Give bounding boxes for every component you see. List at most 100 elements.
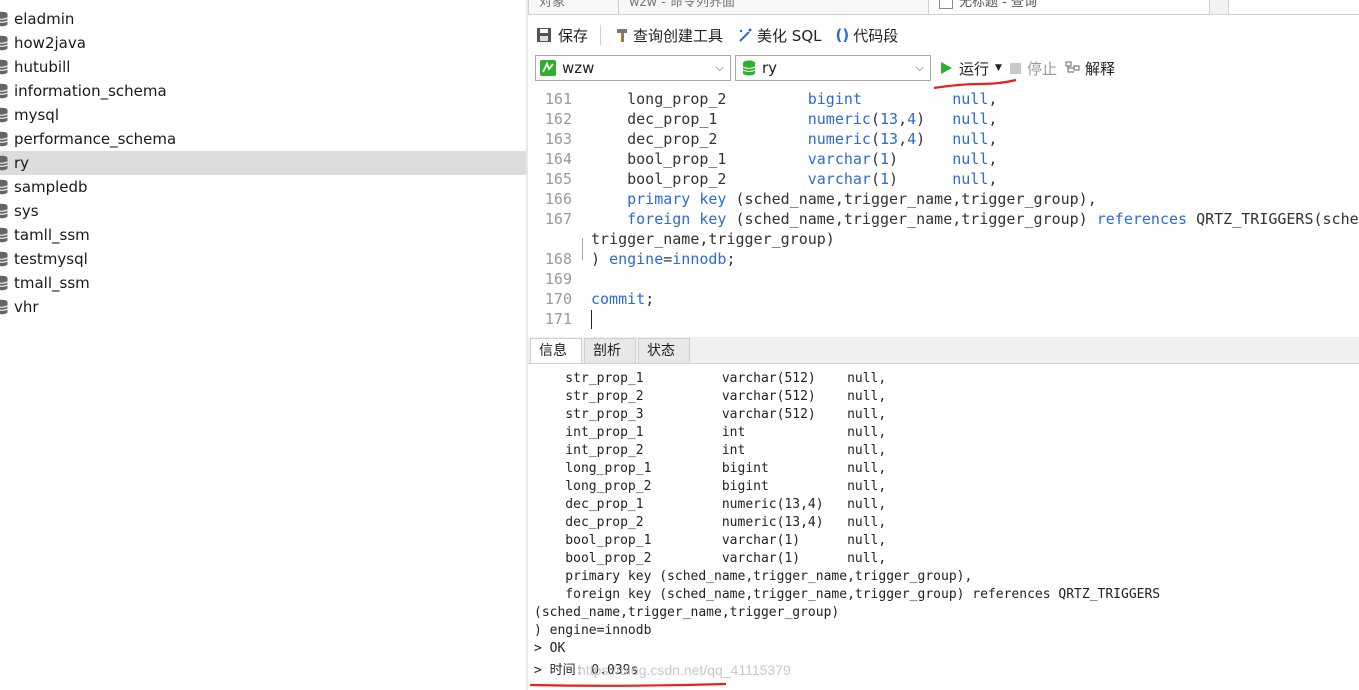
connection-select[interactable]: wzw ⌵ — [535, 55, 731, 81]
keyword-token: commit — [591, 290, 646, 308]
tab-query[interactable]: 无标题 - 查询 — [928, 0, 1210, 15]
sql-editor[interactable]: 161 long_prop_2 bigint null, 162 dec_prop… — [528, 88, 1359, 331]
result-tabs: 信息 剖析 状态 — [528, 337, 1359, 364]
keyword-token: primary key — [627, 190, 727, 208]
connection-icon — [540, 60, 556, 76]
database-label: ry — [14, 154, 30, 172]
database-icon — [0, 299, 8, 315]
code-token: ( — [870, 130, 880, 148]
database-select[interactable]: ry ⌵ — [735, 55, 931, 81]
database-item[interactable]: tmall_ssm — [0, 271, 526, 295]
connection-value: wzw — [562, 59, 595, 77]
tab-objects[interactable]: 对象 — [528, 0, 630, 15]
code-line: dec_prop_2 numeric(13,4) null, — [591, 130, 997, 148]
line-number: 161 — [544, 90, 572, 108]
line-number: 162 — [544, 110, 572, 128]
code-token: long_prop_2 — [591, 90, 808, 108]
tab-label: wzw - 命令列界面 — [629, 0, 736, 10]
code-line: primary key (sched_name,trigger_name,tri… — [591, 190, 1097, 208]
database-icon — [0, 59, 8, 75]
database-value: ry — [762, 59, 778, 77]
line-number: 164 — [544, 150, 572, 168]
tab-status[interactable]: 状态 — [638, 338, 690, 363]
code-token: , — [988, 90, 998, 108]
text-caret — [591, 310, 592, 329]
keyword-token: 1 — [880, 150, 890, 168]
save-icon — [537, 28, 551, 42]
query-builder-button[interactable]: 查询创建工具 — [615, 25, 723, 46]
database-label: testmysql — [14, 250, 88, 268]
database-item[interactable]: testmysql — [0, 247, 526, 271]
database-icon — [0, 251, 8, 267]
tab-command-line[interactable]: wzw - 命令列界面 — [618, 0, 940, 15]
database-label: eladmin — [14, 10, 75, 28]
database-item[interactable]: sys — [0, 199, 526, 223]
database-item[interactable]: hutubill — [0, 55, 526, 79]
tab-info[interactable]: 信息 — [530, 338, 582, 363]
database-item[interactable]: how2java — [0, 31, 526, 55]
database-item[interactable]: performance_schema — [0, 127, 526, 151]
output-line: dec_prop_2 numeric(13,4) null, — [534, 515, 887, 530]
code-token: (sched_name,trigger_name,trigger_group) — [726, 210, 1097, 228]
database-item[interactable]: sampledb — [0, 175, 526, 199]
database-item[interactable]: information_schema — [0, 79, 526, 103]
tab-label: 信息 — [539, 343, 567, 359]
output-line: long_prop_1 bigint null, — [534, 461, 887, 476]
tab-label: 对象 — [539, 0, 566, 10]
code-token: ; — [645, 290, 655, 308]
database-icon — [0, 275, 8, 291]
code-token: ) — [889, 150, 953, 168]
query-tab-icon — [939, 0, 953, 9]
line-number: 163 — [544, 130, 572, 148]
beautify-sql-button[interactable]: 美化 SQL — [737, 25, 822, 46]
code-token: dec_prop_2 — [591, 130, 808, 148]
database-icon — [0, 11, 8, 27]
dropdown-arrow-icon[interactable]: ▼ — [995, 63, 1002, 73]
database-item[interactable]: mysql — [0, 103, 526, 127]
code-token: , — [898, 110, 908, 128]
code-token: ) — [916, 130, 953, 148]
line-number: 167 — [544, 210, 572, 228]
database-label: hutubill — [14, 58, 71, 76]
keyword-token: null — [952, 90, 989, 108]
database-icon — [0, 155, 8, 171]
search-box[interactable] — [1228, 0, 1359, 15]
database-icon — [742, 60, 756, 76]
code-token: , — [988, 150, 998, 168]
output-line: str_prop_1 varchar(512) null, — [534, 371, 887, 386]
database-item[interactable]: tamll_ssm — [0, 223, 526, 247]
code-token: , — [988, 110, 998, 128]
keyword-token: innodb — [672, 250, 727, 268]
output-line: foreign key (sched_name,trigger_name,tri… — [534, 587, 1161, 602]
explain-button[interactable]: 解释 — [1065, 58, 1115, 79]
chevron-down-icon: ⌵ — [715, 61, 724, 74]
database-label: sampledb — [14, 178, 88, 196]
database-label: tamll_ssm — [14, 226, 90, 244]
database-item[interactable]: eladmin — [0, 7, 526, 31]
code-token: ) — [889, 170, 953, 188]
code-snippet-button[interactable]: () 代码段 — [836, 25, 899, 46]
save-button[interactable]: 保存 — [536, 25, 588, 46]
code-token: (sched_name,trigger_name,trigger_group), — [726, 190, 1097, 208]
keyword-token: varchar — [807, 170, 871, 188]
keyword-token: varchar — [807, 150, 871, 168]
fold-marker[interactable] — [582, 238, 589, 260]
tab-label: 状态 — [647, 343, 675, 359]
database-label: vhr — [14, 298, 39, 316]
code-token: trigger_name,trigger_group) — [591, 230, 835, 248]
keyword-token: null — [952, 130, 989, 148]
output-line: ) engine=innodb — [534, 623, 652, 638]
code-token: ( — [870, 150, 880, 168]
save-label: 保存 — [558, 26, 589, 45]
parentheses-icon: () — [835, 26, 850, 44]
database-item[interactable]: ry — [0, 151, 526, 175]
output-line: str_prop_2 varchar(512) null, — [534, 389, 887, 404]
code-token: , — [988, 170, 998, 188]
stop-icon — [1009, 62, 1021, 74]
database-item[interactable]: vhr — [0, 295, 526, 319]
tab-profile[interactable]: 剖析 — [584, 338, 636, 363]
tab-label: 无标题 - 查询 — [959, 0, 1037, 10]
toolbar: 保存 查询创建工具 美化 SQL () 代码段 — [528, 20, 1359, 50]
line-number: 165 — [544, 170, 572, 188]
